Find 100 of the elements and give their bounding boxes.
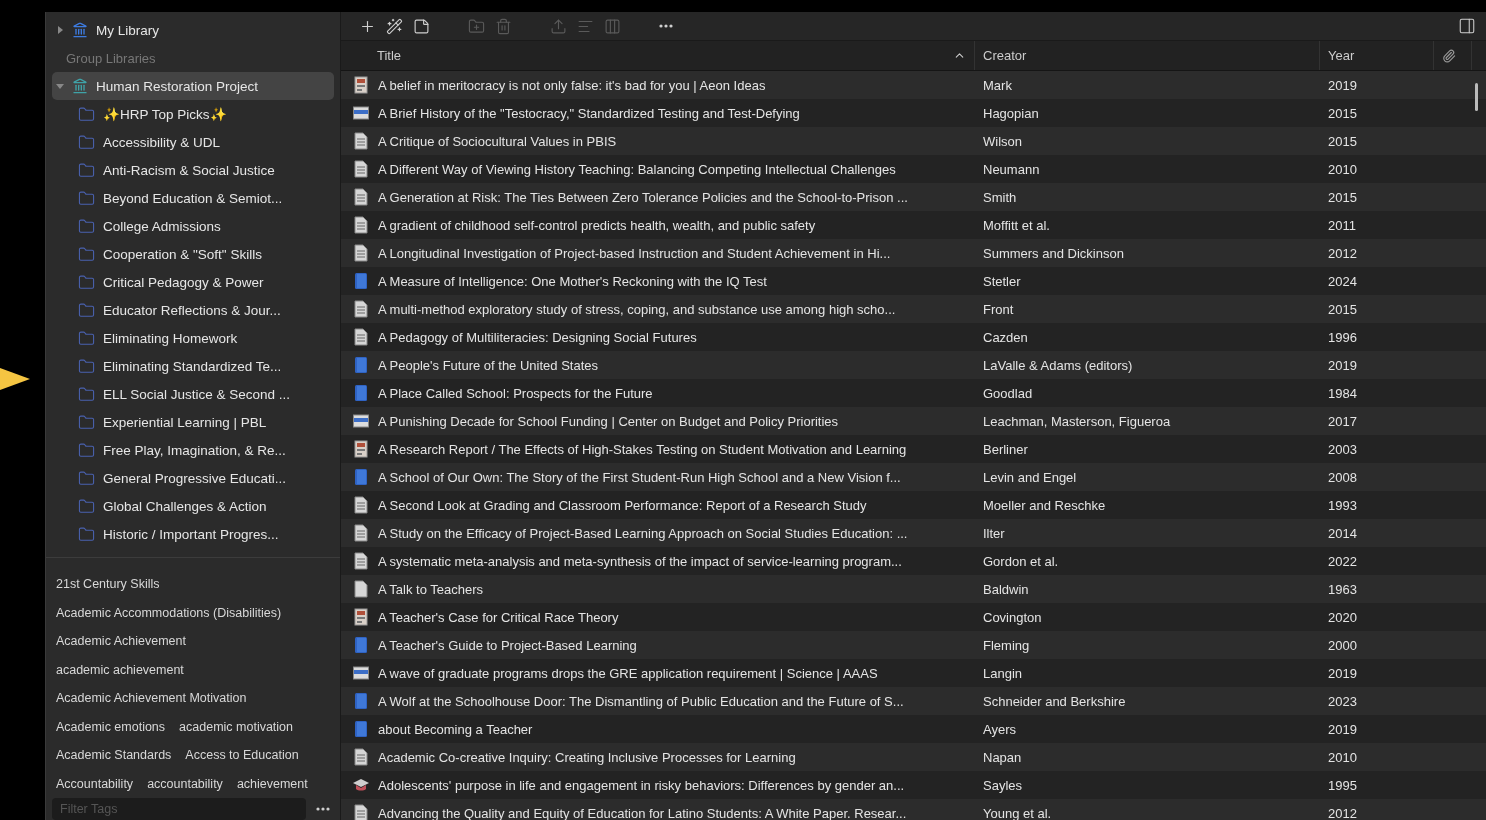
- creator-cell-text: Berliner: [982, 441, 1029, 457]
- collection-item[interactable]: Free Play, Imagination, & Re...: [52, 436, 334, 464]
- table-row[interactable]: A School of Our Own: The Story of the First Student-Run High School and a New Vision f... Levin and Engel 2008: [341, 463, 1486, 491]
- collection-item[interactable]: ELL Social Justice & Second ...: [52, 380, 334, 408]
- collection-item[interactable]: Global Challenges & Action: [52, 492, 334, 520]
- collection-item[interactable]: Beyond Education & Semiot...: [52, 184, 334, 212]
- filter-tags-field[interactable]: Filter Tags: [52, 798, 306, 820]
- column-header[interactable]: Creator: [975, 41, 1320, 70]
- tag-menu-button[interactable]: [314, 805, 332, 813]
- year-cell-text: 2019: [1327, 77, 1358, 93]
- collection-item[interactable]: Cooperation & "Soft" Skills: [52, 240, 334, 268]
- title-cell: A Place Called School: Prospects for the Future: [378, 385, 653, 401]
- table-row[interactable]: Academic Co-creative Inquiry: Creating Inclusive Processes for Learning Napan 2010: [341, 743, 1486, 771]
- tag[interactable]: academic motivation: [179, 712, 294, 741]
- table-row[interactable]: A Talk to Teachers Baldwin 1963: [341, 575, 1486, 603]
- collection-item[interactable]: General Progressive Educati...: [52, 464, 334, 492]
- folder-icon: [78, 133, 95, 151]
- collection-item[interactable]: ✨HRP Top Picks✨: [52, 100, 334, 128]
- tag[interactable]: achievement: [236, 769, 308, 798]
- collection-item[interactable]: College Admissions: [52, 212, 334, 240]
- tag[interactable]: Academic Achievement: [56, 627, 186, 656]
- title-cell: A People's Future of the United States: [378, 357, 598, 373]
- title-cell: A Wolf at the Schoolhouse Door: The Dismantling of Public Education and the Future of S...: [378, 693, 904, 709]
- tag[interactable]: 21st Century Skills: [56, 570, 160, 599]
- collection-item[interactable]: Eliminating Homework: [52, 324, 334, 352]
- more-button[interactable]: [657, 22, 675, 30]
- table-row[interactable]: A Longitudinal Investigation of Project-based Instruction and Student Achievement in Hi... Summers and Dickinson 2012: [341, 239, 1486, 267]
- title-cell: A Generation at Risk: The Ties Between Zero Tolerance Policies and the School-to-Prison ...: [378, 189, 908, 205]
- collection-item[interactable]: Critical Pedagogy & Power: [52, 268, 334, 296]
- folder-icon: [78, 301, 95, 319]
- collection-item[interactable]: Accessibility & UDL: [52, 128, 334, 156]
- tag[interactable]: Academic Standards: [56, 741, 172, 770]
- table-row[interactable]: A Teacher's Guide to Project-Based Learning Fleming 2000: [341, 631, 1486, 659]
- folder-icon: [78, 189, 95, 207]
- table-row[interactable]: A multi-method exploratory study of stress, coping, and substance use among high scho... Front 2015: [341, 295, 1486, 323]
- year-cell-text: 2012: [1327, 245, 1358, 261]
- title-cell: A multi-method exploratory study of stress, coping, and substance use among high scho...: [378, 301, 896, 317]
- tag[interactable]: academic achievement: [56, 655, 184, 684]
- library-item[interactable]: My Library: [52, 16, 334, 44]
- year-cell-text: 2019: [1327, 665, 1358, 681]
- column-header[interactable]: Year: [1320, 41, 1434, 70]
- tag[interactable]: accountability: [147, 769, 223, 798]
- creator-cell-text: Moeller and Reschke: [982, 497, 1107, 513]
- folder-icon: [78, 357, 95, 375]
- tag[interactable]: Academic Accommodations (Disabilities): [56, 598, 282, 627]
- scrollbar-thumb[interactable]: [1475, 83, 1478, 111]
- collection-item[interactable]: Eliminating Standardized Te...: [52, 352, 334, 380]
- creator-cell-text: Summers and Dickinson: [982, 245, 1125, 261]
- collection-item[interactable]: Anti-Racism & Social Justice: [52, 156, 334, 184]
- table-row[interactable]: A People's Future of the United States LaValle & Adams (editors) 2019: [341, 351, 1486, 379]
- table-row[interactable]: A belief in meritocracy is not only false: it's bad for you | Aeon Ideas Mark 2019: [341, 71, 1486, 99]
- year-cell-text: 2010: [1327, 749, 1358, 765]
- tag[interactable]: Accountability: [56, 769, 134, 798]
- creator-cell-text: Mark: [982, 77, 1013, 93]
- book-icon: [353, 720, 369, 738]
- paperclip-icon: [1442, 48, 1456, 63]
- table-row[interactable]: Advancing the Quality and Equity of Education for Latino Students: A White Paper. Resear... Young et al. 2012: [341, 799, 1486, 820]
- tag[interactable]: Academic emotions: [56, 712, 166, 741]
- year-cell-text: 2012: [1327, 805, 1358, 820]
- title-cell: about Becoming a Teacher: [378, 721, 533, 737]
- collapsed-caret-icon[interactable]: [56, 26, 64, 34]
- document-icon: [353, 160, 369, 178]
- collection-item[interactable]: Historic / Important Progres...: [52, 520, 334, 548]
- collection-item[interactable]: Experiential Learning | PBL: [52, 408, 334, 436]
- creator-cell-text: Langin: [982, 665, 1024, 681]
- folder-icon: [78, 273, 95, 291]
- document-icon: [353, 244, 369, 262]
- year-cell-text: 2017: [1327, 413, 1358, 429]
- document-icon: [353, 132, 369, 150]
- year-cell-text: 2022: [1327, 553, 1358, 569]
- columns-icon: [604, 17, 621, 35]
- document-icon: [353, 188, 369, 206]
- expanded-caret-icon[interactable]: [56, 82, 64, 90]
- section-header: Group Libraries: [66, 50, 156, 66]
- creator-cell-text: Leachman, Masterson, Figueroa: [982, 413, 1172, 429]
- year-cell-text: 2003: [1327, 441, 1358, 457]
- year-cell-text: 2015: [1327, 189, 1358, 205]
- table-row[interactable]: A Study on the Efficacy of Project-Based Learning Approach on Social Studies Education: ... Ilter 2014: [341, 519, 1486, 547]
- year-cell-text: 2019: [1327, 357, 1358, 373]
- tag[interactable]: Access to Education: [185, 741, 299, 770]
- column-header[interactable]: Title: [341, 41, 975, 70]
- creator-cell-text: Ilter: [982, 525, 1006, 541]
- title-cell: A Pedagogy of Multiliteracies: Designing Social Futures: [378, 329, 697, 345]
- document-icon: [353, 748, 369, 766]
- folder-icon: [78, 469, 95, 487]
- creator-cell-text: Neumann: [982, 161, 1041, 177]
- table-row[interactable]: A Punishing Decade for School Funding | Center on Budget and Policy Priorities Leachman, Masterson, Figueroa 2017: [341, 407, 1486, 435]
- library-item[interactable]: Human Restoration Project: [52, 72, 334, 100]
- table-row[interactable]: A Critique of Sociocultural Values in PBIS Wilson 2015: [341, 127, 1486, 155]
- year-cell-text: 2020: [1327, 609, 1358, 625]
- title-cell: A Talk to Teachers: [378, 581, 484, 597]
- creator-cell-text: Young et al.: [982, 805, 1053, 820]
- title-cell: A Second Look at Grading and Classroom Performance: Report of a Research Study: [378, 497, 867, 513]
- folder-icon: [78, 105, 95, 123]
- folder-icon: [78, 497, 95, 515]
- table-row[interactable]: A Generation at Risk: The Ties Between Zero Tolerance Policies and the School-to-Prison ... Smith 2015: [341, 183, 1486, 211]
- year-cell-text: 1984: [1327, 385, 1358, 401]
- tag[interactable]: Academic Achievement Motivation: [56, 684, 247, 713]
- table-row[interactable]: A Wolf at the Schoolhouse Door: The Dismantling of Public Education and the Future of S... Schneider and Berkshire 2023: [341, 687, 1486, 715]
- collection-item[interactable]: Educator Reflections & Jour...: [52, 296, 334, 324]
